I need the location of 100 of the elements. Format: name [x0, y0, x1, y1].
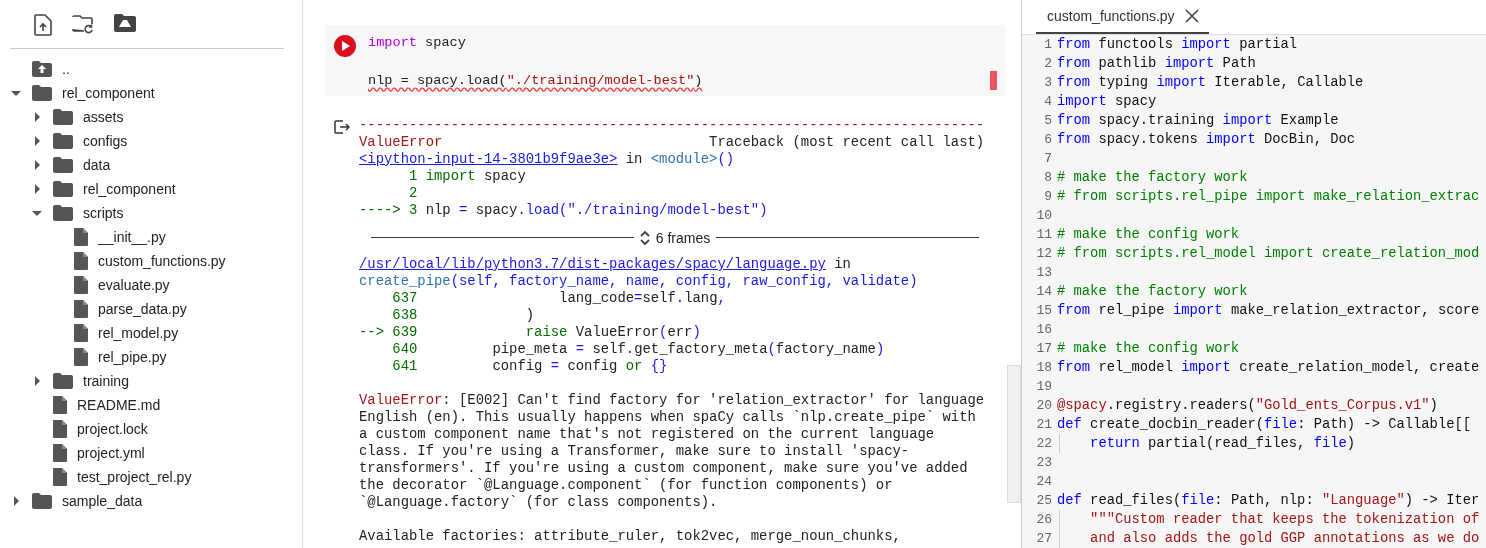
line-number: 20 — [1035, 397, 1053, 415]
run-button[interactable] — [334, 35, 356, 57]
code-line: # make the factory work — [1057, 169, 1248, 187]
file-name[interactable]: test_project_rel.py — [77, 469, 192, 485]
file-name[interactable]: README.md — [77, 397, 161, 413]
file-icon — [74, 300, 88, 318]
code-cell[interactable]: import spacy nlp = spacy.load("./training/model-best") — [325, 25, 1005, 96]
file-name[interactable]: scripts — [83, 205, 124, 221]
file-name[interactable]: rel_model.py — [98, 325, 179, 341]
file-name[interactable]: training — [83, 373, 129, 389]
close-icon[interactable] — [1184, 9, 1199, 23]
file-name[interactable]: configs — [83, 133, 128, 149]
line-number: 24 — [1035, 473, 1053, 491]
file-name[interactable]: rel_component — [62, 85, 155, 101]
folder-icon — [53, 205, 73, 221]
code-line: from rel_model import create_relation_model, create — [1057, 359, 1480, 377]
output-line: `@Language.factory` (for class components). — [359, 494, 719, 511]
line-number: 26 — [1035, 511, 1053, 529]
code-line: def create_docbin_reader(file: Path) -> Callable[[ — [1057, 416, 1471, 434]
line-number: 23 — [1035, 454, 1053, 472]
drive-folder-icon[interactable] — [114, 14, 136, 32]
link[interactable]: <ipython-input-14-3801b9f9ae3e> — [359, 151, 618, 168]
link[interactable]: /usr/local/lib/python3.7/dist-packages/spacy/language.py — [359, 256, 826, 273]
code-line: # from scripts.rel_pipe import make_relation_extrac — [1057, 188, 1480, 206]
code-line: # make the factory work — [1057, 283, 1248, 301]
file-name[interactable]: rel_pipe.py — [98, 349, 167, 365]
code-line: # make the config work — [1057, 340, 1240, 358]
line-number: 16 — [1035, 321, 1053, 339]
line-number: 2 — [1043, 55, 1053, 73]
folder-refresh-icon[interactable] — [72, 14, 94, 34]
line-number: 18 — [1035, 359, 1053, 377]
folder-icon — [53, 157, 73, 173]
play-icon — [340, 41, 350, 51]
code-editor[interactable] — [1022, 35, 1486, 548]
file-icon — [53, 396, 67, 414]
output-line: ValueError Traceback (most recent call last) — [359, 134, 985, 151]
file-name[interactable]: project.yml — [77, 445, 145, 461]
output-line: /usr/local/lib/python3.7/dist-packages/spacy/language.py in — [359, 256, 852, 273]
file-icon — [53, 420, 67, 438]
folder-icon — [53, 373, 73, 389]
code-line: from spacy.tokens import DocBin, Doc — [1057, 131, 1356, 149]
file-name[interactable]: rel_component — [83, 181, 176, 197]
file-icon — [74, 252, 88, 270]
output-line: 641 config = config or {} — [391, 358, 669, 375]
file-name[interactable]: project.lock — [77, 421, 148, 437]
line-number: 1 — [1043, 36, 1053, 54]
file-name[interactable]: custom_functions.py — [98, 253, 226, 269]
folder-icon — [32, 493, 52, 509]
file-icon — [53, 468, 67, 486]
file-name[interactable]: __init__.py — [98, 229, 166, 245]
code-line: """Custom reader that keeps the tokenization of — [1057, 510, 1480, 529]
output-line: 1 import spacy — [408, 168, 527, 185]
file-name[interactable]: data — [83, 157, 111, 173]
unfold-icon — [639, 229, 650, 246]
code-line: from typing import Iterable, Callable — [1057, 74, 1364, 92]
line-number: 8 — [1043, 169, 1053, 187]
folder-up-icon — [32, 61, 52, 77]
line-number: 15 — [1035, 302, 1053, 320]
code-line: from functools import partial — [1057, 36, 1298, 54]
file-name[interactable]: assets — [83, 109, 124, 125]
line-number: 19 — [1035, 378, 1053, 396]
line-number: 22 — [1035, 435, 1053, 453]
file-name[interactable]: sample_data — [62, 493, 143, 509]
output-line: class. If you're using a Transformer, make sure to install 'spacy- — [359, 443, 911, 460]
file-name[interactable]: .. — [62, 61, 70, 77]
code-line: from spacy.training import Example — [1057, 112, 1339, 130]
file-icon — [74, 228, 88, 246]
file-icon — [74, 324, 88, 342]
code-line: nlp = spacy.load("./training/model-best") — [368, 72, 703, 90]
output-line: <ipython-input-14-3801b9f9ae3e> in <module>() — [359, 151, 736, 168]
output-line: --------------------------------------------------------------------------- — [359, 117, 985, 134]
scrollbar[interactable] — [1007, 365, 1021, 503]
file-icon — [74, 276, 88, 294]
code-line: @spacy.registry.readers("Gold_ents_Corpus.v1") — [1057, 397, 1438, 415]
line-number: 13 — [1035, 264, 1053, 282]
code-line: import spacy — [1057, 93, 1157, 111]
output-line: transformers'. If you're using a custom component, make sure you've added — [359, 460, 969, 477]
folder-icon — [53, 181, 73, 197]
output-line: a custom component name that's not registered on the current language — [359, 426, 936, 443]
output-line: ----> 3 nlp = spacy.load("./training/model-best") — [359, 202, 769, 219]
line-number: 5 — [1043, 112, 1053, 130]
line-number: 11 — [1035, 226, 1053, 244]
code-line: # make the config work — [1057, 226, 1240, 244]
output-line: the decorator `@Language.component` (for function components) or — [359, 477, 894, 494]
file-name[interactable]: parse_data.py — [98, 301, 187, 317]
output-icon[interactable] — [334, 120, 350, 134]
code-line: import spacy — [368, 34, 467, 52]
line-number: 7 — [1043, 150, 1053, 168]
line-number: 25 — [1035, 492, 1053, 510]
line-number: 27 — [1035, 530, 1053, 548]
line-number: 10 — [1035, 207, 1053, 225]
line-number: 17 — [1035, 340, 1053, 358]
folder-icon — [53, 109, 73, 125]
line-number: 6 — [1043, 131, 1053, 149]
line-number: 21 — [1035, 416, 1053, 434]
upload-file-icon[interactable] — [34, 14, 52, 36]
file-name[interactable]: evaluate.py — [98, 277, 170, 293]
code-line: from pathlib import Path — [1057, 55, 1256, 73]
line-number: 3 — [1043, 74, 1053, 92]
frames-toggle[interactable]: 6 frames — [639, 229, 711, 246]
